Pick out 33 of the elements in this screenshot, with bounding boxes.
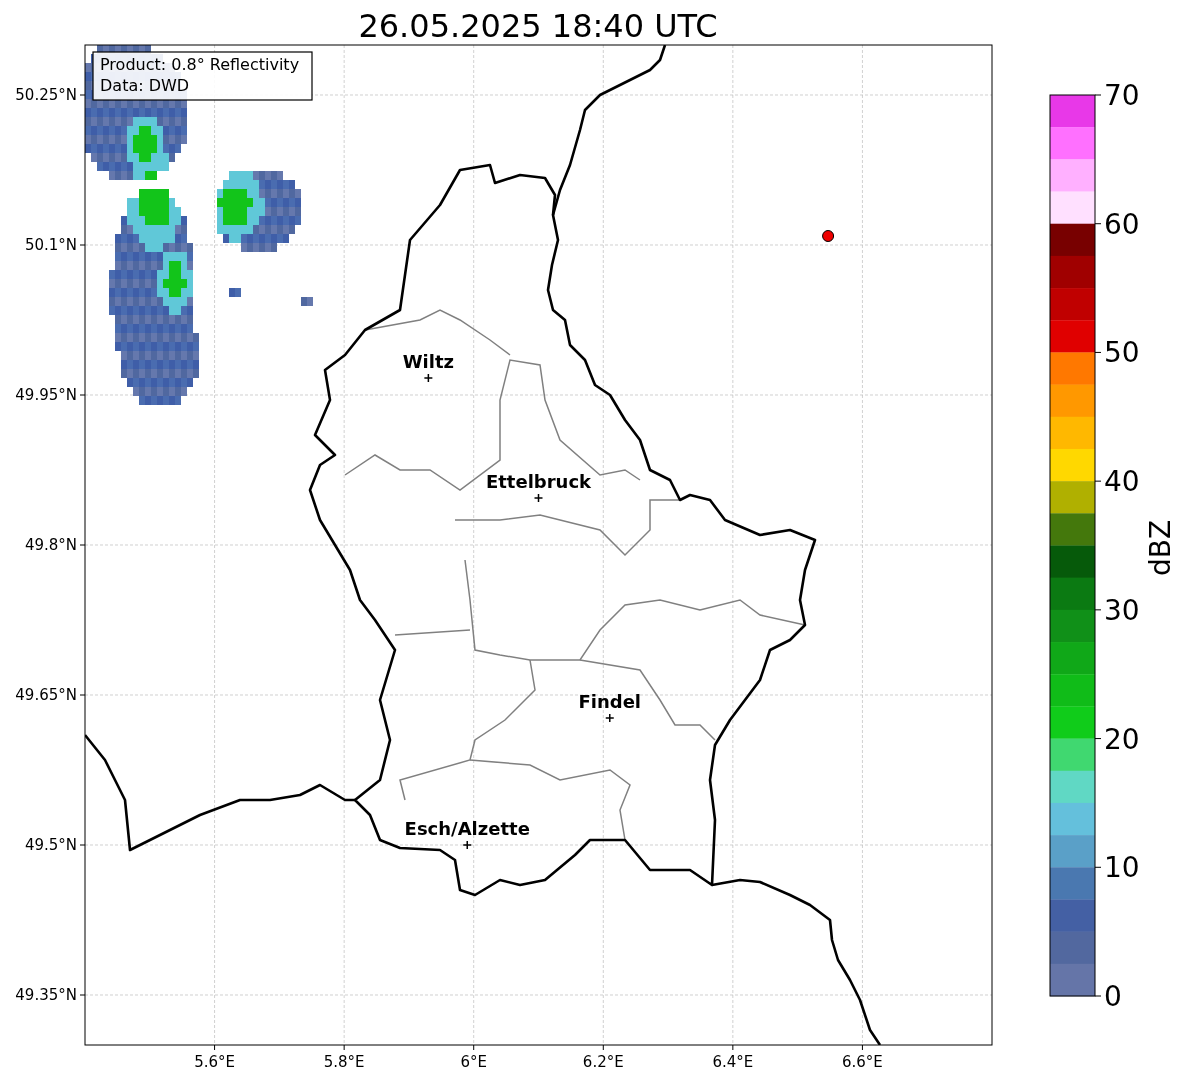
latitude-label: 49.35°N bbox=[15, 986, 77, 1004]
latitude-label: 49.95°N bbox=[15, 386, 77, 404]
colorbar-tick-label: 30 bbox=[1104, 593, 1140, 627]
longitude-label: 6.2°E bbox=[582, 1053, 624, 1071]
colorbar-tick-label: 60 bbox=[1104, 207, 1140, 241]
latitude-label: 49.5°N bbox=[24, 836, 77, 854]
latitude-label: 50.1°N bbox=[24, 236, 77, 254]
city-marker-icon bbox=[462, 840, 472, 850]
longitude-label: 6.4°E bbox=[712, 1053, 754, 1071]
latitude-label: 49.65°N bbox=[15, 686, 77, 704]
city-label: Wiltz bbox=[402, 351, 454, 372]
city-label: Findel bbox=[578, 691, 642, 712]
city-marker-icon bbox=[533, 493, 544, 503]
colorbar-tick-label: 10 bbox=[1104, 851, 1140, 885]
city-marker-icon bbox=[423, 373, 434, 383]
longitude-label: 5.6°E bbox=[194, 1053, 235, 1071]
city-marker-icon bbox=[605, 713, 615, 723]
city-label: Ettelbruck bbox=[485, 471, 592, 492]
colorbar-tick-label: 20 bbox=[1104, 722, 1140, 756]
colorbar-tick-label: 70 bbox=[1104, 79, 1140, 112]
latitude-label: 49.8°N bbox=[24, 536, 77, 554]
latitude-label: 50.25°N bbox=[15, 86, 77, 104]
colorbar-tick-label: 50 bbox=[1104, 336, 1140, 370]
longitude-label: 6.6°E bbox=[842, 1053, 883, 1071]
info-text: Data: DWD bbox=[100, 76, 190, 95]
colorbar-title: dBZ bbox=[1144, 519, 1177, 577]
info-text: Product: 0.8° Reflectivity bbox=[100, 55, 300, 74]
longitude-label: 6°E bbox=[460, 1053, 487, 1071]
colorbar-tick-label: 40 bbox=[1104, 465, 1140, 499]
colorbar-tick-label: 0 bbox=[1104, 980, 1122, 1013]
longitude-label: 5.8°E bbox=[323, 1053, 365, 1071]
city-label: Esch/Alzette bbox=[404, 818, 530, 839]
map-title: 26.05.2025 18:40 UTC bbox=[358, 7, 718, 45]
